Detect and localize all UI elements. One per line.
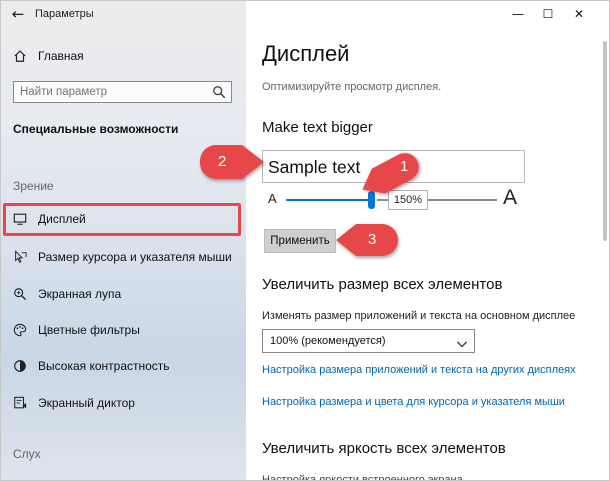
sidebar-item-cursor[interactable]: Размер курсора и указателя мыши	[1, 242, 246, 272]
narrator-icon	[12, 395, 28, 411]
sample-text-preview: Sample text	[262, 150, 525, 183]
search-box[interactable]	[13, 81, 232, 103]
palette-icon	[12, 322, 28, 338]
sidebar-item-narrator[interactable]: Экранный диктор	[1, 388, 246, 418]
link-other-displays-scale[interactable]: Настройка размера приложений и текста на…	[262, 364, 576, 376]
sidebar-item-high-contrast[interactable]: Высокая контрастность	[1, 351, 246, 381]
app-title: Параметры	[35, 8, 94, 20]
scale-dropdown[interactable]: 100% (рекомендуется)	[262, 329, 475, 353]
sidebar-item-color-filters[interactable]: Цветные фильтры	[1, 315, 246, 345]
slider-track-filled[interactable]	[286, 199, 372, 201]
selection-highlight-frame	[3, 203, 241, 236]
sidebar-item-magnifier[interactable]: Экранная лупа	[1, 279, 246, 309]
text-size-heading: Make text bigger	[262, 119, 373, 136]
sidebar-item-label: Высокая контрастность	[38, 359, 170, 373]
text-size-slider-thumb[interactable]	[368, 191, 375, 209]
minimize-button[interactable]: —	[504, 4, 532, 24]
settings-window: ← Параметры Главная Специальные возможно…	[0, 0, 610, 481]
sidebar-item-label: Главная	[38, 49, 84, 63]
contrast-icon	[12, 358, 28, 374]
maximize-button[interactable]: ☐	[534, 4, 562, 24]
search-icon[interactable]	[212, 85, 226, 99]
page-subtitle: Оптимизируйте просмотр дисплея.	[262, 81, 442, 93]
chevron-down-icon	[456, 336, 468, 348]
text-size-min-label: A	[268, 191, 277, 206]
titlebar-left: ← Параметры	[1, 1, 246, 27]
sample-text: Sample text	[268, 157, 361, 177]
cursor-icon	[12, 249, 28, 265]
main-content: — ☐ ✕ Дисплей Оптимизируйте просмотр дис…	[246, 1, 609, 480]
sidebar-item-label: Цветные фильтры	[38, 323, 140, 337]
group-label-vision: Зрение	[13, 179, 54, 193]
section-title: Специальные возможности	[13, 122, 179, 136]
scale-description: Изменять размер приложений и текста на о…	[262, 310, 576, 322]
text-size-max-label: A	[503, 186, 518, 209]
brightness-heading: Увеличить яркость всех элементов	[262, 440, 506, 457]
home-icon	[12, 48, 28, 64]
scale-dropdown-value: 100% (рекомендуется)	[270, 335, 386, 347]
search-input[interactable]	[20, 84, 200, 100]
scrollbar-thumb[interactable]	[603, 41, 607, 241]
back-button[interactable]: ←	[9, 5, 27, 23]
apply-button[interactable]: Применить	[264, 229, 336, 253]
magnifier-icon	[12, 286, 28, 302]
group-label-hearing: Слух	[13, 447, 41, 461]
sidebar: ← Параметры Главная Специальные возможно…	[1, 1, 246, 480]
sidebar-item-home[interactable]: Главная	[1, 43, 246, 69]
sidebar-item-label: Размер курсора и указателя мыши	[38, 250, 232, 264]
slider-value-tooltip: 150%	[388, 190, 428, 210]
callout-3-number: 3	[368, 231, 377, 248]
brightness-description: Настройка яркости встроенного экрана	[262, 474, 463, 480]
sidebar-item-label: Экранная лупа	[38, 287, 122, 301]
scale-heading: Увеличить размер всех элементов	[262, 276, 503, 293]
link-cursor-size-color[interactable]: Настройка размера и цвета для курсора и …	[262, 396, 565, 408]
close-button[interactable]: ✕	[565, 4, 593, 24]
sidebar-item-label: Экранный диктор	[38, 396, 135, 410]
page-title: Дисплей	[262, 41, 350, 66]
callout-2-number: 2	[218, 153, 227, 170]
callout-1-number: 1	[400, 158, 409, 175]
